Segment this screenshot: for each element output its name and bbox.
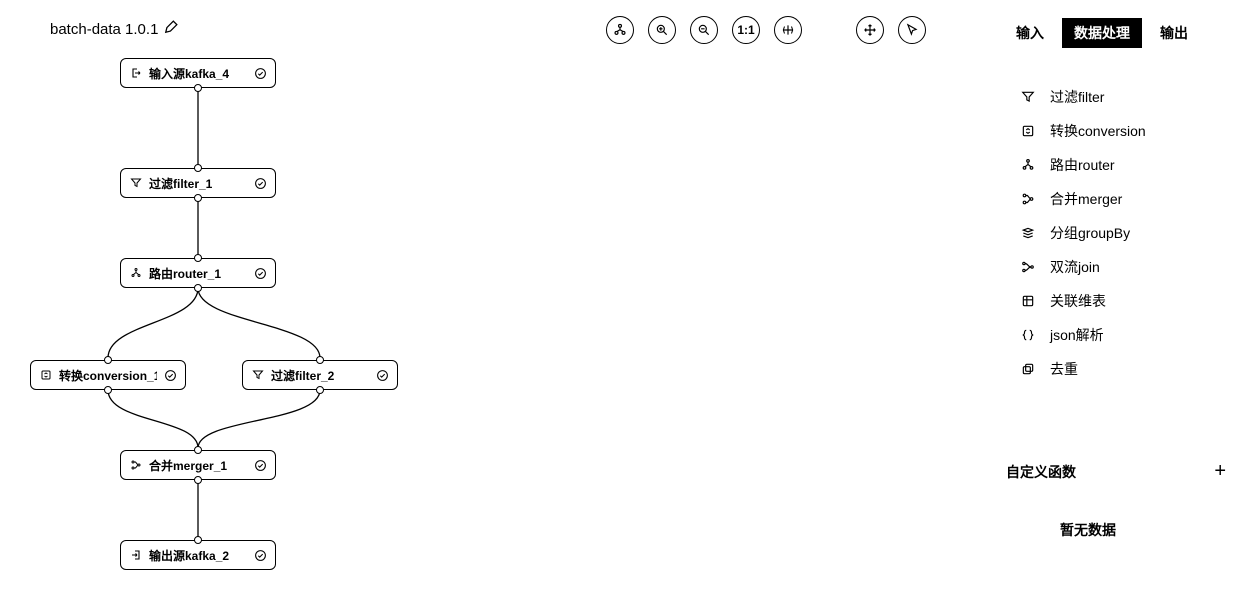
node-port-out[interactable]: [316, 386, 324, 394]
node-label: 过滤filter_1: [149, 175, 247, 192]
filter-icon: [1020, 90, 1036, 104]
filter-icon: [129, 177, 143, 189]
node-filter-2[interactable]: 过滤filter_2: [242, 360, 398, 390]
node-label: 输入源kafka_4: [149, 65, 247, 82]
dedup-icon: [1020, 362, 1036, 376]
palette-item-label: 去重: [1050, 359, 1078, 379]
node-label: 转换conversion_1: [59, 367, 157, 384]
node-port-out[interactable]: [194, 476, 202, 484]
palette-item-label: 分组groupBy: [1050, 223, 1130, 243]
check-icon: [163, 368, 177, 382]
node-port-out[interactable]: [194, 284, 202, 292]
palette-item-label: 双流join: [1050, 257, 1100, 277]
palette-item-dedup[interactable]: 去重: [1016, 352, 1216, 386]
tab-processing[interactable]: 数据处理: [1062, 18, 1142, 48]
palette-item-label: 关联维表: [1050, 291, 1106, 311]
zoom-reset-button[interactable]: 1:1: [732, 16, 760, 44]
palette-item-router[interactable]: 路由router: [1016, 148, 1216, 182]
router-icon: [1020, 158, 1036, 172]
palette-item-join[interactable]: 双流join: [1016, 250, 1216, 284]
flow-canvas[interactable]: 输入源kafka_4 过滤filter_1 路由router_1 转换conve…: [20, 48, 440, 588]
node-port-out[interactable]: [104, 386, 112, 394]
dim-table-icon: [1020, 294, 1036, 308]
palette-item-merger[interactable]: 合并merger: [1016, 182, 1216, 216]
conversion-icon: [1020, 124, 1036, 138]
router-icon: [129, 267, 143, 279]
palette-item-label: 合并merger: [1050, 189, 1122, 209]
node-filter-1[interactable]: 过滤filter_1: [120, 168, 276, 198]
palette-item-label: 过滤filter: [1050, 87, 1104, 107]
zoom-out-button[interactable]: [690, 16, 718, 44]
node-kafka-output[interactable]: 输出源kafka_2: [120, 540, 276, 570]
canvas-toolbar: 1:1: [606, 16, 926, 44]
tab-input[interactable]: 输入: [1004, 18, 1056, 48]
node-port-out[interactable]: [194, 84, 202, 92]
check-icon: [253, 266, 267, 280]
custom-function-section: 自定义函数 +: [1006, 460, 1226, 483]
palette-item-conversion[interactable]: 转换conversion: [1016, 114, 1216, 148]
node-kafka-input[interactable]: 输入源kafka_4: [120, 58, 276, 88]
node-port-in[interactable]: [194, 536, 202, 544]
edit-title-icon[interactable]: [164, 20, 178, 38]
node-port-in[interactable]: [194, 254, 202, 262]
custom-function-empty: 暂无数据: [1060, 520, 1116, 540]
palette-item-label: 路由router: [1050, 155, 1115, 175]
node-port-out[interactable]: [194, 194, 202, 202]
node-label: 合并merger_1: [149, 457, 247, 474]
groupby-icon: [1020, 226, 1036, 240]
node-label: 输出源kafka_2: [149, 547, 247, 564]
json-icon: [1020, 328, 1036, 342]
page-title-area: batch-data 1.0.1: [50, 20, 178, 38]
merger-icon: [1020, 192, 1036, 206]
zoom-in-button[interactable]: [648, 16, 676, 44]
node-router-1[interactable]: 路由router_1: [120, 258, 276, 288]
node-label: 过滤filter_2: [271, 367, 369, 384]
node-merger-1[interactable]: 合并merger_1: [120, 450, 276, 480]
check-icon: [253, 66, 267, 80]
node-port-in[interactable]: [194, 446, 202, 454]
tree-layout-button[interactable]: [606, 16, 634, 44]
node-label: 路由router_1: [149, 265, 247, 282]
node-port-in[interactable]: [316, 356, 324, 364]
palette-item-filter[interactable]: 过滤filter: [1016, 80, 1216, 114]
node-port-in[interactable]: [194, 164, 202, 172]
node-port-in[interactable]: [104, 356, 112, 364]
palette-item-dim-table[interactable]: 关联维表: [1016, 284, 1216, 318]
fit-screen-button[interactable]: [774, 16, 802, 44]
palette-item-label: 转换conversion: [1050, 121, 1146, 141]
pan-button[interactable]: [856, 16, 884, 44]
join-icon: [1020, 260, 1036, 274]
output-icon: [129, 549, 143, 561]
input-icon: [129, 67, 143, 79]
check-icon: [253, 176, 267, 190]
check-icon: [253, 548, 267, 562]
select-button[interactable]: [898, 16, 926, 44]
palette-item-label: json解析: [1050, 325, 1104, 345]
flow-connectors: [20, 48, 440, 588]
check-icon: [253, 458, 267, 472]
check-icon: [375, 368, 389, 382]
sidebar-tabs: 输入 数据处理 输出: [1004, 18, 1200, 48]
custom-function-title: 自定义函数: [1006, 462, 1076, 482]
one-to-one-label: 1:1: [737, 23, 754, 37]
node-conversion-1[interactable]: 转换conversion_1: [30, 360, 186, 390]
conversion-icon: [39, 369, 53, 381]
palette-item-json[interactable]: json解析: [1016, 318, 1216, 352]
page-title: batch-data 1.0.1: [50, 21, 158, 38]
filter-icon: [251, 369, 265, 381]
operator-palette: 过滤filter 转换conversion 路由router 合并merger …: [1016, 80, 1216, 386]
merger-icon: [129, 459, 143, 471]
tab-output[interactable]: 输出: [1148, 18, 1200, 48]
add-custom-function-button[interactable]: +: [1214, 460, 1226, 483]
palette-item-groupby[interactable]: 分组groupBy: [1016, 216, 1216, 250]
